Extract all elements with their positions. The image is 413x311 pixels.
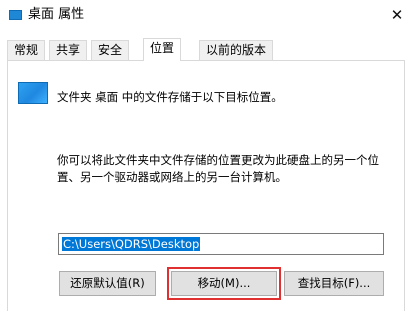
- restore-default-button[interactable]: 还原默认值(R): [59, 271, 156, 296]
- close-button[interactable]: ✕: [385, 4, 409, 26]
- path-input[interactable]: C:\Users\QDRS\Desktop: [58, 233, 384, 255]
- location-header-text: 文件夹 桌面 中的文件存储于以下目标位置。: [57, 90, 283, 104]
- title-bar: 桌面 属性 ✕: [0, 0, 413, 32]
- find-target-button[interactable]: 查找目标(F)...: [284, 271, 384, 296]
- window-title: 桌面 属性: [28, 7, 85, 22]
- tab-location[interactable]: 位置: [143, 38, 182, 61]
- location-description: 你可以将此文件夹中文件存储的位置更改为此硬盘上的另一个位置、另一个驱动器或网络上…: [57, 153, 379, 184]
- tab-general[interactable]: 常规: [7, 40, 46, 60]
- tab-security[interactable]: 安全: [91, 40, 130, 60]
- folder-icon: [18, 82, 48, 104]
- path-value: C:\Users\QDRS\Desktop: [62, 237, 201, 251]
- tab-sharing[interactable]: 共享: [49, 40, 88, 60]
- move-button[interactable]: 移动(M)...: [167, 267, 281, 300]
- tab-previous-versions[interactable]: 以前的版本: [199, 40, 274, 60]
- folder-icon: [9, 10, 22, 20]
